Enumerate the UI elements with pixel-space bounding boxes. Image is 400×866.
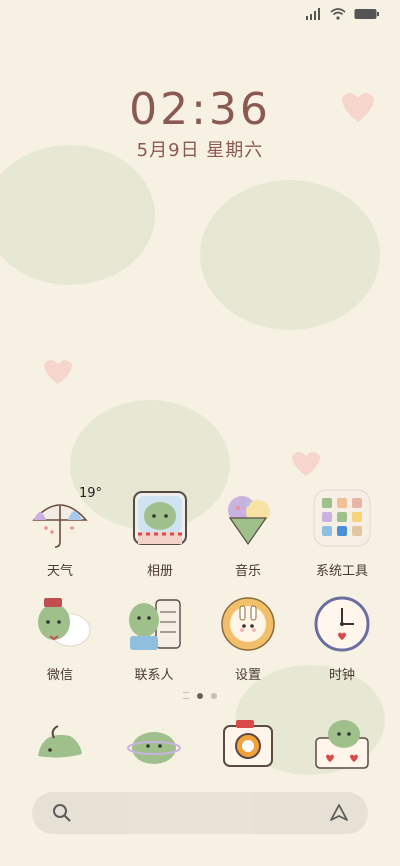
camera-icon [223,720,273,767]
app-weather[interactable]: 19° 天气 [20,486,102,579]
wifi-icon [330,8,346,20]
contacts-dino-icon [129,599,181,650]
app-system-tools[interactable]: 系统工具 [302,488,382,579]
search-bar[interactable] [32,792,368,834]
dock-app-phone[interactable] [20,712,100,780]
app-label: 音乐 [234,564,261,579]
browser-dino-icon [315,720,369,769]
app-label: 微信 [46,668,73,683]
weather-temp-badge: 19° [78,486,102,501]
app-label: 时钟 [328,668,355,683]
app-music[interactable]: 音乐 [208,488,288,579]
gallery-dino-icon [133,491,187,545]
app-label: 相册 [146,564,173,579]
app-contacts[interactable]: 联系人 [114,592,194,683]
app-clock[interactable]: 时钟 [302,592,382,683]
app-label: 天气 [46,564,73,579]
dock-app-messages[interactable] [114,712,194,780]
system-tools-folder-icon [313,489,371,547]
app-gallery[interactable]: 相册 [120,488,200,579]
app-label: 系统工具 [315,564,368,579]
app-settings[interactable]: 设置 [208,592,288,683]
clock-time[interactable]: 02:36 [0,84,400,135]
battery-icon [354,9,379,19]
app-wechat[interactable]: 微信 [20,592,100,683]
page-dot-next[interactable] [211,692,217,699]
clock-date: 5月9日 星期六 [136,140,264,161]
phone-dino-icon [38,725,82,758]
assistant-icon[interactable] [328,802,350,824]
wechat-dino-icon [38,598,91,647]
messages-dino-icon [127,732,181,764]
search-icon[interactable] [52,803,72,823]
status-bar [306,8,380,20]
page-dot-current[interactable] [197,692,203,699]
page-indicator[interactable] [0,692,400,699]
clock-icon [314,596,370,652]
music-icecream-icon [228,496,270,546]
page-dot-feed[interactable] [183,692,189,699]
dock-app-browser[interactable] [302,712,382,780]
app-label: 设置 [234,668,261,683]
dock-app-camera[interactable] [208,712,288,780]
app-label: 联系人 [134,668,174,683]
settings-bunny-icon [221,597,275,651]
signal-icon [306,8,320,20]
